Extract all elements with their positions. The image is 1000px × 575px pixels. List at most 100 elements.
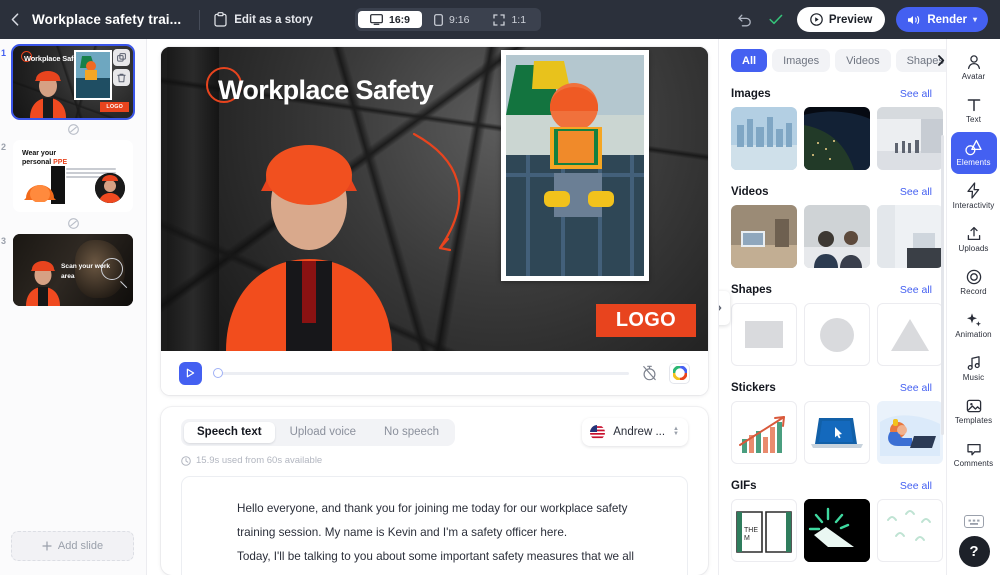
sticker-person-laptop[interactable] <box>877 401 943 464</box>
undo-icon <box>738 14 752 26</box>
duplicate-slide-button[interactable] <box>113 49 130 66</box>
svg-text:THE: THE <box>744 527 758 534</box>
slide-item-1: 1 Workplace Safety LOGO <box>1 44 135 120</box>
edit-as-story-button[interactable]: Edit as a story <box>214 12 313 27</box>
element-filter-tabs: All Images Videos Shapes Stickers <box>731 49 946 72</box>
gif-flashlight[interactable] <box>804 499 870 562</box>
text-icon <box>967 98 980 111</box>
filter-images[interactable]: Images <box>772 49 831 72</box>
slide-canvas[interactable]: Workplace Safety LOGO <box>161 47 708 351</box>
slide-transition-2[interactable] <box>0 212 146 234</box>
gif-birds[interactable] <box>877 499 943 562</box>
play-button[interactable] <box>179 361 202 385</box>
rail-item-avatar[interactable]: Avatar <box>951 46 997 88</box>
video-thumb[interactable] <box>877 205 943 268</box>
filter-videos[interactable]: Videos <box>835 49 891 72</box>
rail-item-interactivity[interactable]: Interactivity <box>951 175 997 217</box>
slide-thumbnail-2[interactable]: Wear your personal PPE <box>13 140 133 212</box>
rail-item-templates[interactable]: Templates <box>951 390 997 432</box>
see-all-gifs[interactable]: See all <box>900 480 932 492</box>
slide-number: 3 <box>1 236 7 246</box>
chevron-right-icon <box>719 305 722 311</box>
slide-thumbnail-3[interactable]: Scan your work area <box>13 234 133 306</box>
voice-selector[interactable]: Andrew ... ▲ ▼ <box>582 418 688 446</box>
rail-label: Interactivity <box>952 201 995 210</box>
canvas-logo[interactable]: LOGO <box>595 304 696 337</box>
canvas-title[interactable]: Workplace Safety <box>218 75 434 106</box>
rail-label: Text <box>965 114 982 124</box>
gif-book[interactable]: THE M <box>731 499 797 562</box>
stepper-icon[interactable]: ▲ ▼ <box>673 426 679 437</box>
image-thumb[interactable] <box>804 107 870 170</box>
image-thumb[interactable] <box>731 107 797 170</box>
slide-item-2: 2 Wear your personal PPE <box>1 140 133 212</box>
rail-item-comments[interactable]: Comments <box>951 433 997 475</box>
transition-icon <box>67 123 79 135</box>
keyboard-shortcuts-button[interactable] <box>964 515 984 528</box>
script-input[interactable]: Hello everyone, and thank you for joinin… <box>181 476 688 575</box>
progress-handle[interactable] <box>213 368 223 378</box>
shape-rectangle[interactable] <box>731 303 797 366</box>
shape-triangle[interactable] <box>877 303 943 366</box>
tab-speech-text[interactable]: Speech text <box>184 421 275 443</box>
rail-item-music[interactable]: Music <box>951 347 997 389</box>
see-all-images[interactable]: See all <box>900 88 932 100</box>
progress-track <box>221 371 629 375</box>
shape-circle[interactable] <box>804 303 870 366</box>
section-title: Images <box>731 88 771 100</box>
thumb-caption: Scan your work area <box>61 262 110 281</box>
section-header-gifs: GIFs See all <box>731 480 932 492</box>
see-all-stickers[interactable]: See all <box>900 382 932 394</box>
filter-scroll-right-button[interactable] <box>934 53 946 68</box>
progress-slider[interactable] <box>213 368 629 378</box>
see-all-videos[interactable]: See all <box>900 186 932 198</box>
ratio-9-16[interactable]: 9:16 <box>422 11 481 28</box>
timer-off-icon <box>642 365 656 381</box>
filter-all[interactable]: All <box>731 49 768 72</box>
collapse-panel-button[interactable] <box>719 291 730 325</box>
see-all-shapes[interactable]: See all <box>900 284 932 296</box>
delete-slide-button[interactable] <box>113 69 130 86</box>
stage-card: Workplace Safety LOGO <box>161 47 708 395</box>
sticker-growth-chart[interactable] <box>731 401 797 464</box>
clipboard-icon <box>214 12 227 27</box>
tab-upload-voice[interactable]: Upload voice <box>277 422 369 443</box>
rail-item-animation[interactable]: Animation <box>951 304 997 346</box>
slide-thumbnail-1[interactable]: Workplace Safety LOGO <box>11 44 135 120</box>
elements-panel: All Images Videos Shapes Stickers Images… <box>718 39 946 575</box>
rail-item-uploads[interactable]: Uploads <box>951 218 997 260</box>
ratio-1-1[interactable]: 1:1 <box>481 11 538 28</box>
image-thumb[interactable] <box>877 107 943 170</box>
color-wheel-button[interactable] <box>669 362 690 384</box>
rail-item-record[interactable]: Record <box>951 261 997 303</box>
speech-mode-tabs: Speech text Upload voice No speech <box>181 418 456 446</box>
canvas-inset-photo[interactable] <box>501 50 649 281</box>
preview-button[interactable]: Preview <box>796 7 886 32</box>
panel-scrollbar[interactable] <box>941 135 944 435</box>
slide-transition-1[interactable] <box>0 118 146 140</box>
rail-item-text[interactable]: Text <box>951 89 997 131</box>
ratio-16-9[interactable]: 16:9 <box>358 11 423 28</box>
sticker-laptop[interactable] <box>804 401 870 464</box>
voice-name: Andrew ... <box>613 426 666 438</box>
slide-item-3: 3 Scan your work area <box>1 234 133 306</box>
render-button[interactable]: Render ▾ <box>896 7 988 32</box>
ratio-9-16-label: 9:16 <box>449 13 470 26</box>
editor-body: 1 Workplace Safety LOGO 2 Wear your pers… <box>0 39 1000 575</box>
video-thumb[interactable] <box>804 205 870 268</box>
elements-icon <box>965 139 982 156</box>
saved-indicator <box>766 10 786 30</box>
tab-no-speech[interactable]: No speech <box>371 422 452 443</box>
birds-icon <box>887 509 931 541</box>
help-button[interactable]: ? <box>958 536 990 567</box>
back-button[interactable] <box>0 0 30 39</box>
section-title: Videos <box>731 186 769 198</box>
timer-off-button[interactable] <box>640 364 658 382</box>
transition-icon <box>67 217 79 229</box>
canvas-worker-photo[interactable] <box>216 111 401 351</box>
check-icon <box>769 14 783 25</box>
add-slide-button[interactable]: Add slide <box>11 531 134 561</box>
rail-item-elements[interactable]: Elements <box>950 132 997 174</box>
video-thumb[interactable] <box>731 205 797 268</box>
undo-button[interactable] <box>735 10 755 30</box>
